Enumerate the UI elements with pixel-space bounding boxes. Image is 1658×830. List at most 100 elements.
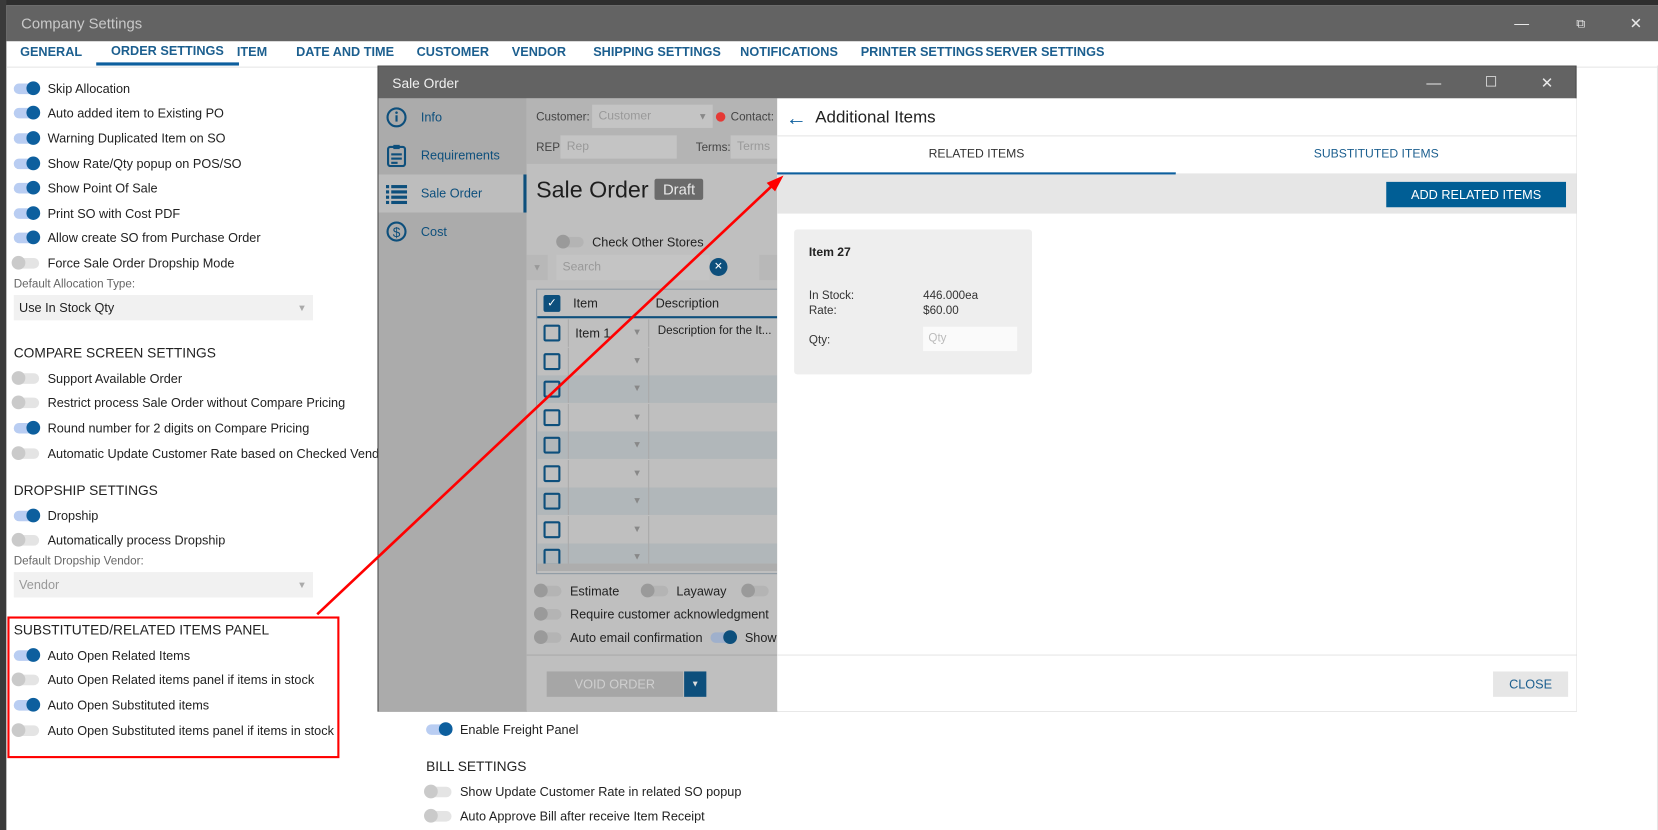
tab-date-and-time[interactable]: DATE AND TIME xyxy=(296,44,394,59)
toggle-switch[interactable] xyxy=(11,395,40,410)
toggle-row[interactable]: Auto added item to Existing PO xyxy=(13,101,374,126)
item-cell[interactable]: ▼ xyxy=(567,347,650,375)
toggle-switch[interactable] xyxy=(11,255,40,270)
toggle-row[interactable]: Auto Approve Bill after receive Item Rec… xyxy=(424,804,849,829)
toggle-row[interactable]: Skip Allocation xyxy=(13,76,374,101)
toggle-row[interactable]: Automatically process Dropship xyxy=(11,528,374,553)
row-checkbox[interactable] xyxy=(543,408,561,426)
item-card[interactable]: Item 27 In Stock: 446.000ea Rate: $60.00… xyxy=(794,229,1033,375)
toggle-row[interactable]: Show Rate/Qty popup on POS/SO xyxy=(13,151,374,176)
toggle-row-freight[interactable]: Enable Freight Panel xyxy=(426,717,849,742)
search-input[interactable]: Search xyxy=(556,254,710,281)
toggle-switch[interactable] xyxy=(13,205,41,220)
toggle-switch[interactable] xyxy=(11,370,40,385)
table-row[interactable]: ▼ xyxy=(537,515,777,543)
terms-select[interactable]: Terms xyxy=(730,135,778,159)
show-toggle[interactable] xyxy=(710,629,738,644)
add-related-items-button[interactable]: ADD RELATED ITEMS xyxy=(1386,181,1567,208)
check-other-stores[interactable]: Check Other Stores xyxy=(556,229,704,254)
toggle-row[interactable]: Print SO with Cost PDF xyxy=(13,201,374,226)
toggle-switch[interactable] xyxy=(424,809,452,824)
auto-email-toggle[interactable] xyxy=(533,629,562,644)
toggle-row[interactable]: Show Update Customer Rate in related SO … xyxy=(424,779,849,804)
item-cell[interactable]: ▼ xyxy=(567,459,650,487)
item-cell[interactable]: ▼ xyxy=(567,375,650,403)
table-row[interactable]: Item 1 ▼ Description for the It... xyxy=(537,319,777,347)
toggle-row[interactable]: Allow create SO from Purchase Order xyxy=(13,226,374,251)
tab-notifications[interactable]: NOTIFICATIONS xyxy=(740,44,838,59)
toggle-row[interactable]: Restrict process Sale Order without Comp… xyxy=(11,391,395,416)
dropship-vendor-select[interactable]: Vendor ▼ xyxy=(13,572,313,598)
toggle-switch[interactable] xyxy=(11,533,40,548)
toggle-row[interactable]: Force Sale Order Dropship Mode xyxy=(11,251,374,276)
table-row[interactable]: ▼ xyxy=(537,487,778,515)
toggle-row[interactable]: Round number for 2 digits on Compare Pri… xyxy=(13,416,395,441)
item-cell[interactable]: ▼ xyxy=(567,431,650,459)
table-row[interactable]: ▼ xyxy=(537,403,777,431)
row-checkbox[interactable] xyxy=(543,324,561,342)
toggle-row[interactable]: Show Point Of Sale xyxy=(13,176,374,201)
minimize-icon[interactable]: — xyxy=(1506,12,1538,35)
void-order-dropdown-icon[interactable]: ▼ xyxy=(684,671,707,697)
toggle-row[interactable]: Dropship xyxy=(13,503,374,528)
item-cell[interactable]: ▼ xyxy=(567,515,650,543)
nav-item-sale-order[interactable]: Sale Order xyxy=(378,174,527,213)
row-checkbox[interactable] xyxy=(543,464,561,482)
select-all-checkbox[interactable]: ✓ xyxy=(543,294,561,312)
auto-email-option[interactable]: Auto email confirmation Show xyxy=(533,625,777,650)
row-checkbox[interactable] xyxy=(543,380,561,398)
table-row[interactable]: ▼ xyxy=(537,459,777,487)
nav-item-info[interactable]: Info xyxy=(379,98,527,136)
tab-customer[interactable]: CUSTOMER xyxy=(417,44,489,59)
freight-toggle[interactable] xyxy=(426,721,453,736)
clear-search-icon[interactable]: ✕ xyxy=(709,258,728,276)
nav-item-requirements[interactable]: Requirements xyxy=(379,136,527,174)
toggle-switch[interactable] xyxy=(13,131,41,145)
allocation-type-select[interactable]: Use In Stock Qty ▼ xyxy=(13,294,313,321)
check-other-stores-toggle[interactable] xyxy=(556,234,584,249)
tab-vendor[interactable]: VENDOR xyxy=(512,44,566,59)
table-row[interactable]: ▼ xyxy=(537,347,777,375)
row-checkbox[interactable] xyxy=(543,520,561,538)
toggle-row[interactable]: Automatic Update Customer Rate based on … xyxy=(11,441,402,466)
item-cell[interactable]: ▼ xyxy=(567,403,650,431)
close-icon[interactable]: ✕ xyxy=(1620,12,1652,35)
nav-item-cost[interactable]: $ Cost xyxy=(379,213,527,251)
filter-dropdown[interactable]: ▼ xyxy=(526,254,548,281)
back-arrow-icon[interactable]: ← xyxy=(786,107,807,131)
toggle-switch[interactable] xyxy=(424,784,452,799)
require-ack-toggle[interactable] xyxy=(533,606,562,621)
toggle-switch[interactable] xyxy=(13,508,41,523)
estimate-option[interactable]: EstimateLayawayIs xyxy=(533,578,777,603)
tab-related-items[interactable]: RELATED ITEMS xyxy=(777,136,1176,175)
require-ack-option[interactable]: Require customer acknowledgment xyxy=(533,602,769,627)
tab-item[interactable]: ITEM xyxy=(237,44,267,59)
item-cell[interactable]: ▼ xyxy=(567,487,650,515)
row-checkbox[interactable] xyxy=(543,492,561,510)
close-button[interactable]: CLOSE xyxy=(1493,671,1569,697)
row-checkbox[interactable] xyxy=(543,436,561,454)
tab-order-settings[interactable]: ORDER SETTINGS xyxy=(96,43,239,66)
minimize-icon[interactable]: — xyxy=(1418,71,1450,94)
toggle-switch[interactable] xyxy=(13,180,41,195)
maximize-icon[interactable]: ☐ xyxy=(1475,71,1507,94)
item-cell[interactable]: Item 1 ▼ xyxy=(567,319,650,347)
close-icon[interactable]: ✕ xyxy=(1531,71,1563,94)
tab-shipping-settings[interactable]: SHIPPING SETTINGS xyxy=(593,44,721,59)
toggle-switch[interactable] xyxy=(13,156,41,170)
estimate-toggle[interactable] xyxy=(533,583,562,598)
void-order-button[interactable]: VOID ORDER xyxy=(546,671,684,697)
tab-general[interactable]: GENERAL xyxy=(20,44,82,59)
customer-select[interactable]: Customer ▼ xyxy=(592,104,713,128)
is-toggle[interactable] xyxy=(741,583,769,598)
tab-substituted-items[interactable]: SUBSTITUTED ITEMS xyxy=(1175,136,1577,175)
horizontal-scrollbar[interactable] xyxy=(537,563,778,571)
qty-input[interactable]: Qty xyxy=(923,326,1018,352)
toggle-row[interactable]: Warning Duplicated Item on SO xyxy=(13,126,374,151)
tab-server-settings[interactable]: SERVER SETTINGS xyxy=(985,44,1104,59)
restore-icon[interactable]: ⧉ xyxy=(1565,12,1597,35)
toggle-row[interactable]: Support Available Order xyxy=(11,366,395,391)
toggle-switch[interactable] xyxy=(13,230,41,245)
table-row[interactable]: ▼ xyxy=(537,375,778,403)
toggle-switch[interactable] xyxy=(13,420,41,435)
